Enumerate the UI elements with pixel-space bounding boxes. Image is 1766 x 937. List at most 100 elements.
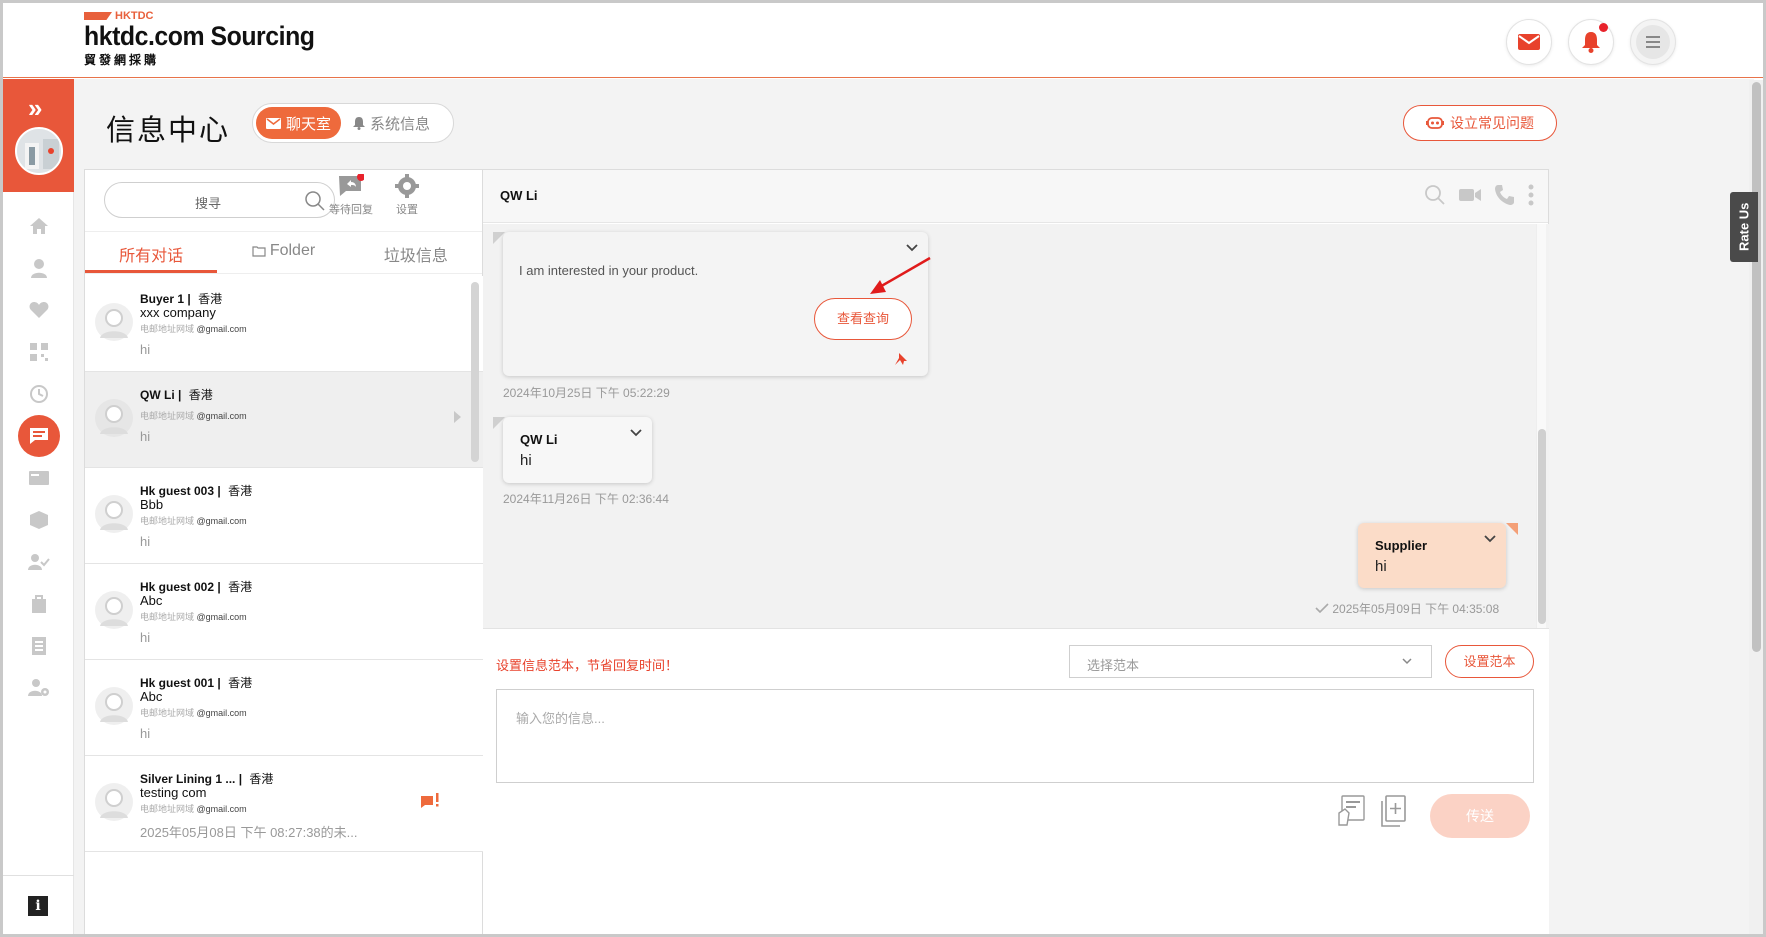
template-hint: 设置信息范本，节省回复时间！ bbox=[496, 658, 679, 673]
message-input-placeholder: 输入您的信息... bbox=[516, 711, 605, 726]
document-icon bbox=[31, 637, 46, 655]
company-name: Abc bbox=[140, 689, 163, 704]
tab-chatroom[interactable]: 聊天室 bbox=[256, 107, 342, 139]
main-area: 信息中心 聊天室 系统信息 设立常见问题 搜寻 等待回复 设置 所有对话 Fol… bbox=[74, 79, 1754, 937]
annotation-arrow-icon bbox=[870, 256, 931, 294]
rate-us-tab[interactable]: Rate Us bbox=[1730, 192, 1758, 262]
conversation-item[interactable]: Buyer 1 | 香港 xxx company 电邮地址网域 @gmail.c… bbox=[85, 276, 484, 372]
home-icon bbox=[29, 218, 48, 234]
conversation-item[interactable]: Hk guest 002 | 香港 Abc 电邮地址网域 @gmail.com … bbox=[85, 564, 484, 660]
message-input[interactable]: 输入您的信息... bbox=[496, 689, 1534, 783]
conversation-scrollbar[interactable] bbox=[471, 282, 479, 462]
unread-alert-icon bbox=[421, 793, 439, 808]
nav-history[interactable] bbox=[3, 373, 74, 415]
avatar bbox=[95, 783, 133, 821]
nav-products[interactable] bbox=[3, 499, 74, 541]
notification-button[interactable] bbox=[1568, 19, 1614, 65]
pending-reply-icon bbox=[339, 173, 365, 196]
left-nav-rail: » i bbox=[3, 79, 74, 934]
company-name: Bbb bbox=[140, 497, 164, 512]
company-avatar[interactable] bbox=[15, 127, 63, 175]
page-scrollbar-thumb[interactable] bbox=[1752, 82, 1761, 652]
tab-all-conversations[interactable]: 所有对话 bbox=[85, 232, 218, 273]
last-message: hi bbox=[140, 342, 151, 357]
list-settings-button[interactable]: 设置 bbox=[395, 174, 419, 217]
nav-profile[interactable] bbox=[3, 247, 74, 289]
chevron-down-icon[interactable] bbox=[1484, 535, 1496, 543]
email-domain: 电邮地址网域 @gmail.com bbox=[140, 411, 247, 421]
send-button[interactable]: 传送 bbox=[1430, 794, 1530, 838]
phone-icon[interactable] bbox=[1494, 184, 1516, 206]
chat-scrollbar[interactable] bbox=[1536, 224, 1546, 628]
set-template-button[interactable]: 设置范本 bbox=[1445, 645, 1534, 678]
avatar bbox=[95, 495, 133, 533]
chevron-down-icon[interactable] bbox=[630, 429, 642, 437]
conversation-item-selected[interactable]: QW Li | 香港 电邮地址网域 @gmail.com hi bbox=[85, 372, 484, 468]
nav-messages[interactable] bbox=[3, 415, 74, 457]
chat-scrollbar-thumb[interactable] bbox=[1538, 429, 1546, 624]
view-inquiry-button[interactable]: 查看查询 bbox=[814, 298, 912, 340]
company-name: xxx company bbox=[140, 305, 216, 320]
nav-shopping[interactable] bbox=[3, 583, 74, 625]
nav-home[interactable] bbox=[3, 205, 74, 247]
brand-logo[interactable]: HKTDC hktdc.com Sourcing 貿發網採購 bbox=[84, 10, 335, 68]
email-domain: 电邮地址网域 @gmail.com bbox=[140, 708, 247, 718]
email-domain: 电邮地址网域 @gmail.com bbox=[140, 612, 247, 622]
search-placeholder: 搜寻 bbox=[195, 196, 222, 211]
nav-documents[interactable] bbox=[3, 625, 74, 667]
faq-setup-button[interactable]: 设立常见问题 bbox=[1403, 105, 1557, 141]
rail-icon-list bbox=[3, 205, 74, 709]
avatar bbox=[95, 687, 133, 725]
nav-cards[interactable] bbox=[3, 457, 74, 499]
nav-qrcode[interactable] bbox=[3, 331, 74, 373]
last-message: hi bbox=[140, 534, 151, 549]
company-name: testing com bbox=[140, 785, 207, 800]
brand-sub: 貿發網採購 bbox=[84, 53, 160, 67]
box-icon bbox=[29, 511, 48, 529]
tab-spam[interactable]: 垃圾信息 bbox=[350, 232, 482, 273]
rail-divider bbox=[3, 875, 74, 876]
last-message: hi bbox=[140, 429, 151, 444]
flag-icon bbox=[84, 12, 112, 20]
search-icon[interactable] bbox=[1424, 184, 1446, 206]
catalog-share-icon[interactable] bbox=[1337, 795, 1365, 827]
user-check-icon bbox=[27, 554, 50, 570]
info-icon[interactable]: i bbox=[28, 896, 48, 916]
more-vertical-icon[interactable] bbox=[1528, 184, 1534, 206]
mail-button[interactable] bbox=[1506, 19, 1552, 65]
messages-active-bubble bbox=[17, 415, 60, 457]
conversation-item[interactable]: Hk guest 001 | 香港 Abc 电邮地址网域 @gmail.com … bbox=[85, 660, 484, 756]
last-message: hi bbox=[140, 726, 151, 741]
search-icon[interactable] bbox=[304, 190, 326, 212]
brand-main: hktdc.com Sourcing bbox=[84, 21, 315, 51]
inquiry-text: I am interested in your product. bbox=[519, 263, 699, 278]
search-input[interactable]: 搜寻 bbox=[104, 182, 335, 218]
nav-verified-user[interactable] bbox=[3, 541, 74, 583]
bell-icon bbox=[353, 117, 366, 130]
message-sender: Supplier bbox=[1375, 538, 1428, 553]
tab-system-messages[interactable]: 系统信息 bbox=[341, 107, 442, 139]
company-name: Abc bbox=[140, 593, 163, 608]
last-message: hi bbox=[140, 630, 151, 645]
contact-name: QW Li | 香港 bbox=[140, 388, 213, 402]
add-document-icon[interactable] bbox=[1380, 795, 1406, 827]
template-select[interactable]: 选择范本 bbox=[1069, 645, 1432, 678]
menu-button[interactable] bbox=[1630, 19, 1676, 65]
page-title: 信息中心 bbox=[106, 115, 231, 147]
conversation-item[interactable]: Silver Lining 1 ... | 香港 testing com 电邮地… bbox=[85, 756, 484, 852]
pin-icon[interactable] bbox=[894, 352, 908, 366]
nav-favorites[interactable] bbox=[3, 289, 74, 331]
chat-panel: QW Li I am interested in your product. 查… bbox=[483, 169, 1549, 937]
sent-timestamp: 2025年05月09日 下午 04:35:08 bbox=[1315, 600, 1499, 617]
bubble-tail bbox=[1506, 523, 1518, 535]
pending-reply-button[interactable]: 等待回复 bbox=[329, 173, 373, 217]
conversation-item[interactable]: Hk guest 003 | 香港 Bbb 电邮地址网域 @gmail.com … bbox=[85, 468, 484, 564]
video-call-icon[interactable] bbox=[1458, 187, 1482, 203]
top-bar: HKTDC hktdc.com Sourcing 貿發網採購 bbox=[0, 0, 1766, 78]
nav-account-settings[interactable] bbox=[3, 667, 74, 709]
qr-code-icon bbox=[29, 343, 48, 361]
folder-icon bbox=[252, 246, 266, 257]
conversation-list: Buyer 1 | 香港 xxx company 电邮地址网域 @gmail.c… bbox=[85, 276, 484, 937]
tab-folder[interactable]: Folder bbox=[217, 232, 349, 273]
expand-icon[interactable]: » bbox=[28, 93, 42, 124]
